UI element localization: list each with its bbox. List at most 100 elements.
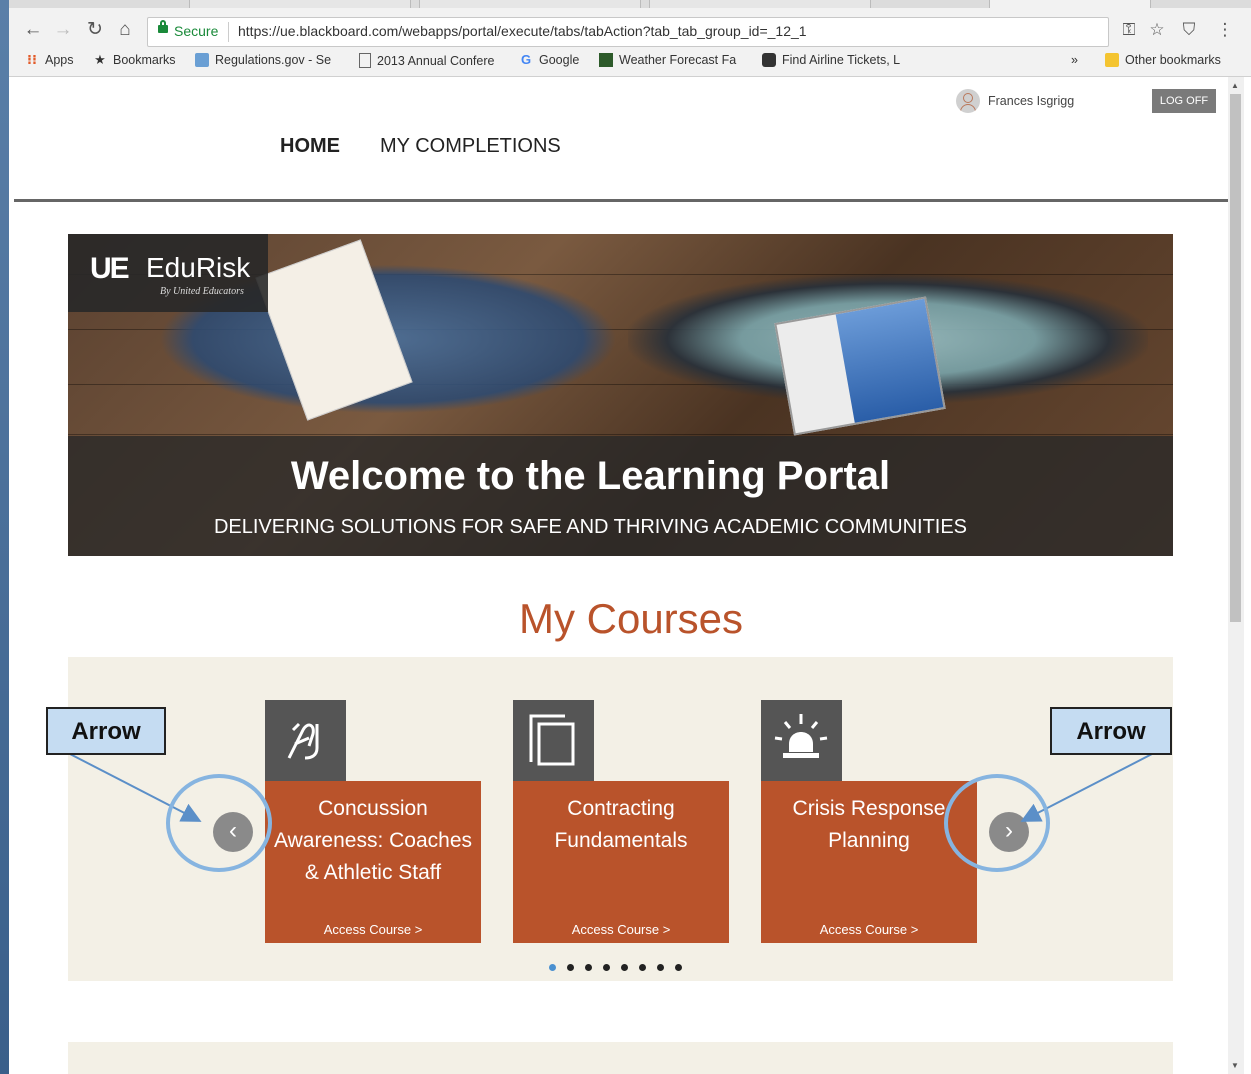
overflow-chevron-icon: » — [1071, 53, 1078, 67]
header-divider — [14, 199, 1228, 202]
bookmarks-overflow[interactable]: » — [1071, 53, 1078, 67]
main-nav: HOME MY COMPLETIONS — [280, 135, 561, 158]
nav-home[interactable]: HOME — [280, 135, 340, 158]
carousel-dot[interactable] — [621, 964, 628, 971]
course-title: Concussion Awareness: Coaches & Athletic… — [273, 797, 473, 884]
apps-grid-icon: ⁝⁝ — [27, 52, 37, 67]
section-title: My Courses — [518, 595, 744, 642]
course-title: Crisis Response Planning — [792, 797, 946, 852]
browser-tab[interactable] — [419, 0, 641, 8]
browser-tab-active[interactable] — [989, 0, 1151, 8]
bookmark-label: Find Airline Tickets, L — [782, 53, 901, 67]
bookmark-conference[interactable]: 2013 Annual Confere — [359, 53, 494, 68]
user-info[interactable]: Frances Isgrigg — [956, 89, 1074, 113]
hero-tagline: DELIVERING SOLUTIONS FOR SAFE AND THRIVI… — [213, 516, 968, 538]
course-icon-box — [761, 700, 842, 781]
back-icon[interactable]: ← — [21, 18, 45, 42]
access-course-link[interactable]: Access Course > — [761, 922, 977, 937]
access-course-link[interactable]: Access Course > — [513, 922, 729, 937]
page-scrollbar[interactable]: ▲ ▼ — [1228, 77, 1244, 1074]
bookmark-weather[interactable]: Weather Forecast Fa — [599, 53, 736, 67]
concussion-icon — [287, 722, 319, 760]
regulations-icon — [195, 53, 209, 67]
bookmark-label: Apps — [45, 53, 74, 67]
course-card-body: Contracting Fundamentals Access Course > — [513, 781, 729, 943]
bookmark-star-icon[interactable]: ☆ — [1145, 18, 1169, 42]
contract-pages-icon — [529, 714, 575, 766]
bookmark-label: Weather Forecast Fa — [619, 53, 737, 67]
logo-mark: UE — [90, 252, 130, 285]
course-card-body: Concussion Awareness: Coaches & Athletic… — [265, 781, 481, 943]
forward-icon[interactable]: → — [51, 18, 75, 42]
browser-tab[interactable] — [189, 0, 411, 8]
avatar — [956, 89, 980, 113]
bookmark-airline[interactable]: Find Airline Tickets, L — [762, 53, 900, 67]
course-card[interactable]: Concussion Awareness: Coaches & Athletic… — [265, 700, 481, 943]
nav-my-completions[interactable]: MY COMPLETIONS — [380, 135, 561, 158]
next-section — [68, 1042, 1173, 1074]
scroll-up-icon[interactable]: ▲ — [1231, 81, 1239, 90]
bookmark-label: 2013 Annual Confere — [377, 53, 495, 68]
alarm-light-icon — [774, 714, 828, 758]
course-title: Contracting Fundamentals — [554, 797, 688, 852]
hero-caption-band: Welcome to the Learning Portal DELIVERIN… — [68, 436, 1173, 556]
window-border — [0, 0, 9, 1074]
carousel-dot[interactable] — [657, 964, 664, 971]
reload-icon[interactable]: ↻ — [83, 18, 107, 42]
annotation-label-right: Arrow — [1050, 707, 1172, 755]
carousel-dot[interactable] — [603, 964, 610, 971]
logo-name: EduRisk — [146, 252, 251, 283]
bookmark-apps[interactable]: ⁝⁝ Apps — [25, 52, 74, 68]
browser-window: ← → ↻ ⌂ Secure https://ue.blackboard.com… — [0, 0, 1251, 1074]
bookmark-regulations[interactable]: Regulations.gov - Se — [195, 53, 331, 67]
bookmark-bookmarks[interactable]: ★ Bookmarks — [93, 52, 176, 68]
course-icon-box — [513, 700, 594, 781]
bookmarks-bar: ⁝⁝ Apps ★ Bookmarks Regulations.gov - Se… — [9, 50, 1251, 74]
bookmark-label: Bookmarks — [113, 53, 176, 67]
menu-icon[interactable]: ⋮ — [1213, 18, 1237, 42]
key-icon[interactable]: ⚿ — [1117, 18, 1141, 42]
carousel-dot[interactable] — [675, 964, 682, 971]
course-card[interactable]: Contracting Fundamentals Access Course > — [513, 700, 729, 943]
tab-strip — [9, 0, 1251, 8]
log-off-button[interactable]: LOG OFF — [1152, 89, 1216, 113]
folder-icon — [1105, 53, 1119, 67]
carousel-dot[interactable] — [567, 964, 574, 971]
annotation-ring-right — [944, 774, 1050, 872]
edurisk-logo: UE EduRisk By United Educators — [68, 234, 268, 312]
airline-icon — [762, 53, 776, 67]
logo-byline: By United Educators — [160, 286, 244, 297]
annotation-label-left: Arrow — [46, 707, 166, 755]
address-bar[interactable]: Secure https://ue.blackboard.com/webapps… — [147, 17, 1109, 47]
carousel-dot[interactable] — [549, 964, 556, 971]
web-page: Frances Isgrigg LOG OFF HOME MY COMPLETI… — [14, 77, 1228, 1074]
star-icon: ★ — [94, 52, 106, 67]
home-icon[interactable]: ⌂ — [113, 18, 137, 42]
other-bookmarks[interactable]: Other bookmarks — [1105, 53, 1221, 67]
scrollbar-thumb[interactable] — [1230, 94, 1241, 622]
lock-icon — [158, 20, 168, 33]
weather-icon — [599, 53, 613, 67]
carousel-dot[interactable] — [585, 964, 592, 971]
user-name: Frances Isgrigg — [988, 94, 1075, 108]
page-icon — [359, 53, 371, 68]
address-separator — [228, 22, 229, 42]
shield-icon[interactable]: ⛉ — [1177, 18, 1201, 42]
bookmark-label: Google — [539, 53, 580, 67]
scroll-down-icon[interactable]: ▼ — [1231, 1061, 1239, 1070]
course-icon-box — [265, 700, 346, 781]
browser-chrome: ← → ↻ ⌂ Secure https://ue.blackboard.com… — [9, 0, 1251, 77]
carousel-pagination — [549, 964, 682, 971]
secure-label: Secure — [174, 23, 219, 39]
bookmark-google[interactable]: G Google — [519, 52, 580, 68]
bookmark-label: Regulations.gov - Se — [215, 53, 332, 67]
url-text[interactable]: https://ue.blackboard.com/webapps/portal… — [238, 23, 807, 39]
carousel-dot[interactable] — [639, 964, 646, 971]
google-icon: G — [520, 52, 532, 67]
navigation-bar: ← → ↻ ⌂ Secure https://ue.blackboard.com… — [9, 14, 1251, 48]
browser-tab[interactable] — [649, 0, 871, 8]
annotation-ring-left — [166, 774, 272, 872]
other-bookmarks-label: Other bookmarks — [1125, 53, 1221, 67]
hero-banner: UE EduRisk By United Educators Welcome t… — [68, 234, 1173, 556]
access-course-link[interactable]: Access Course > — [265, 922, 481, 937]
